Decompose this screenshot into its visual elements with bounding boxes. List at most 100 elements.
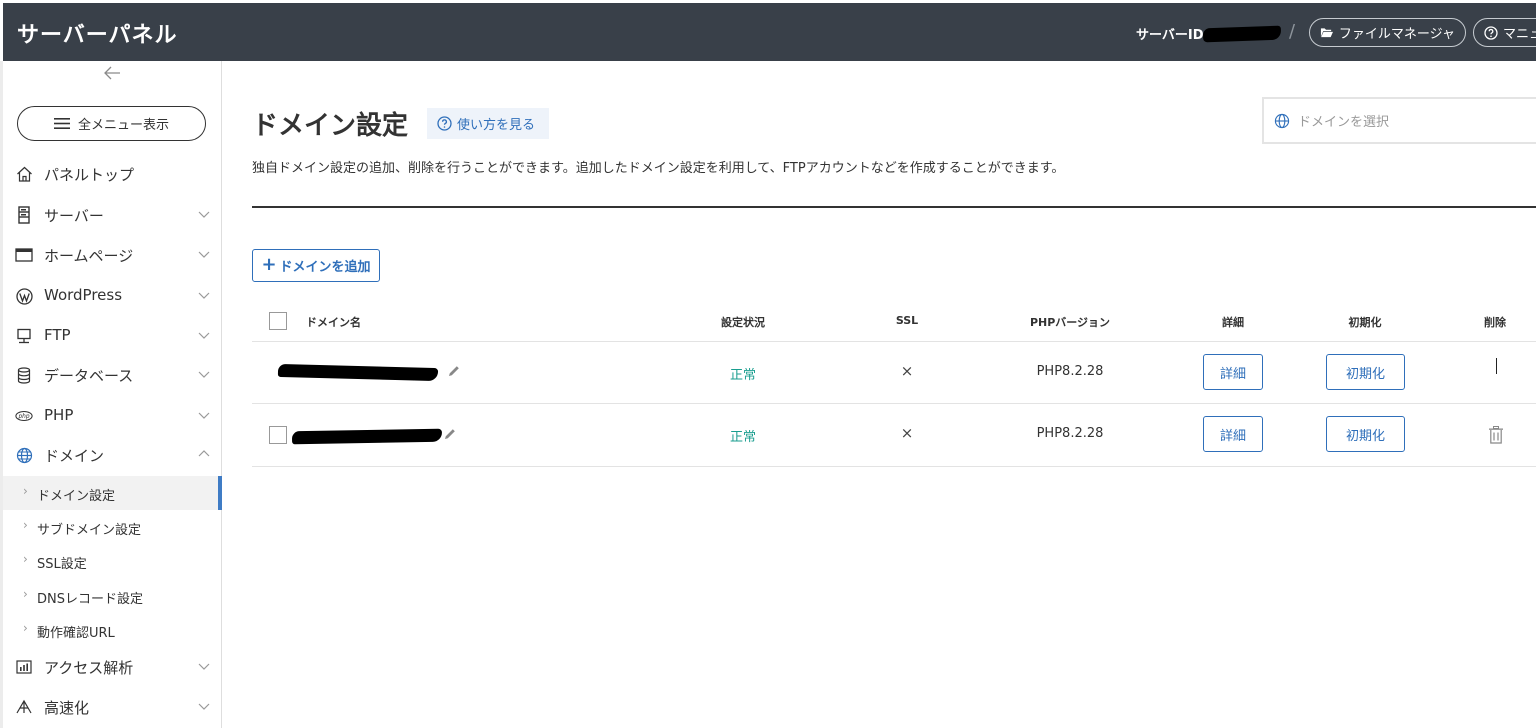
pencil-icon[interactable] [447, 364, 461, 378]
monitor-icon [15, 327, 33, 345]
add-domain-button[interactable]: + ドメインを追加 [252, 249, 380, 282]
sidebar-subitem-label: サブドメイン設定 [37, 523, 142, 538]
chevron-down-icon [198, 251, 210, 258]
sidebar: 全メニュー表示 パネルトップ サーバー ホームページ WordPress FTP [0, 61, 222, 728]
all-menu-button[interactable]: 全メニュー表示 [17, 106, 206, 141]
server-id-label: サーバーID [1136, 28, 1204, 43]
collapse-sidebar-button[interactable] [103, 65, 123, 87]
text-cursor [1496, 358, 1497, 374]
sidebar-item-label: FTP [44, 326, 71, 344]
chevron-down-icon [198, 211, 210, 218]
sidebar-subitem-ssl-settings[interactable]: › SSL設定 [3, 544, 221, 578]
sidebar-item-label: 高速化 [44, 699, 90, 717]
redacted-server-id [1202, 25, 1282, 43]
table-row: 正常 × PHP8.2.28 詳細 初期化 [252, 342, 1536, 404]
header-delete: 削除 [1484, 316, 1506, 329]
redacted-domain-name [277, 363, 439, 382]
sidebar-subitem-label: ドメイン設定 [37, 489, 116, 504]
database-icon [15, 366, 33, 384]
plus-icon: + [261, 254, 277, 275]
home-icon [15, 165, 33, 183]
manual-label: マニュ [1502, 27, 1536, 42]
trash-icon[interactable] [1488, 426, 1504, 444]
sidebar-item-database[interactable]: データベース [3, 355, 221, 395]
window-icon [15, 246, 33, 264]
initialize-button[interactable]: 初期化 [1326, 354, 1405, 390]
header-separator: / [1289, 21, 1296, 42]
all-menu-label: 全メニュー表示 [77, 118, 169, 133]
chevron-down-icon [198, 292, 210, 299]
hamburger-icon [53, 118, 70, 129]
sidebar-subitem-label: 動作確認URL [37, 626, 115, 641]
file-manager-button[interactable]: ファイルマネージャ [1309, 18, 1466, 47]
sidebar-item-domain[interactable]: ドメイン [3, 435, 221, 475]
chevron-right-icon: › [23, 621, 28, 635]
domain-select[interactable]: ドメインを選択 [1262, 97, 1536, 144]
sidebar-item-label: ホームページ [44, 247, 134, 265]
section-divider [252, 206, 1536, 208]
chevron-up-icon [198, 450, 210, 457]
sidebar-item-label: データベース [44, 367, 134, 385]
manual-button[interactable]: マニュ [1473, 18, 1536, 47]
php-icon: php [15, 407, 33, 425]
detail-button[interactable]: 詳細 [1203, 416, 1263, 452]
sidebar-item-access-analysis[interactable]: アクセス解析 [3, 647, 221, 687]
sidebar-item-homepage[interactable]: ホームページ [3, 235, 221, 275]
row-checkbox[interactable] [269, 426, 287, 444]
chevron-down-icon [198, 332, 210, 339]
sidebar-item-label: ドメイン [44, 447, 105, 465]
sidebar-item-php[interactable]: php PHP [3, 396, 221, 436]
status-value: 正常 [729, 368, 757, 383]
sidebar-item-speedup[interactable]: 高速化 [3, 687, 221, 727]
initialize-button[interactable]: 初期化 [1326, 416, 1405, 452]
header-init: 初期化 [1348, 316, 1382, 329]
svg-text:php: php [17, 414, 29, 420]
sidebar-item-panel-top[interactable]: パネルトップ [3, 154, 221, 194]
sidebar-item-ftp[interactable]: FTP [3, 316, 221, 356]
sidebar-subitem-domain-settings[interactable]: › ドメイン設定 [3, 476, 222, 510]
chevron-down-icon [198, 412, 210, 419]
table-row: 正常 × PHP8.2.28 詳細 初期化 [252, 404, 1536, 467]
file-manager-label: ファイルマネージャ [1338, 27, 1455, 42]
sidebar-item-label: パネルトップ [44, 166, 135, 184]
arrow-left-icon [104, 66, 120, 80]
top-bar-inner: サーバーパネル サーバーID / ファイルマネージャ マニュ [3, 3, 1536, 61]
php-version-value: PHP8.2.28 [1036, 364, 1104, 379]
sidebar-subitem-dns-record[interactable]: › DNSレコード設定 [3, 579, 221, 613]
globe-icon [1274, 113, 1290, 128]
chevron-right-icon: › [23, 518, 28, 532]
server-icon [15, 206, 33, 224]
sidebar-item-label: サーバー [44, 207, 104, 225]
top-bar: サーバーパネル サーバーID / ファイルマネージャ マニュ [0, 0, 1536, 61]
status-value: 正常 [729, 430, 757, 445]
php-version-value: PHP8.2.28 [1036, 426, 1104, 441]
chevron-right-icon: › [23, 484, 28, 498]
sidebar-subitem-subdomain-settings[interactable]: › サブドメイン設定 [3, 510, 221, 544]
domain-select-placeholder: ドメインを選択 [1298, 115, 1390, 130]
ssl-disabled-icon: × [900, 424, 914, 442]
sidebar-item-label: WordPress [44, 286, 123, 304]
chevron-down-icon [198, 703, 210, 710]
howto-label: 使い方を見る [457, 118, 536, 133]
question-circle-icon [1484, 25, 1498, 40]
header-php: PHPバージョン [1029, 316, 1111, 329]
select-all-checkbox[interactable] [269, 312, 287, 330]
header-domain: ドメイン名 [306, 316, 361, 329]
ssl-disabled-icon: × [900, 362, 914, 380]
header-detail: 詳細 [1222, 316, 1244, 329]
sidebar-item-server[interactable]: サーバー [3, 195, 221, 235]
rocket-icon [15, 698, 33, 716]
page-description: 独自ドメイン設定の追加、削除を行うことができます。追加したドメイン設定を利用して… [252, 161, 1065, 176]
howto-button[interactable]: 使い方を見る [427, 108, 549, 139]
globe-icon [15, 446, 33, 464]
add-domain-label: ドメインを追加 [279, 260, 371, 275]
header-status: 設定状況 [721, 316, 765, 329]
detail-button[interactable]: 詳細 [1203, 354, 1263, 390]
sidebar-subitem-check-url[interactable]: › 動作確認URL [3, 613, 221, 647]
sidebar-item-label: アクセス解析 [44, 659, 134, 677]
folder-open-icon [1320, 28, 1333, 38]
sidebar-item-wordpress[interactable]: WordPress [3, 276, 221, 316]
main-content: ドメイン設定 使い方を見る ドメインを選択 独自ドメイン設定の追加、削除を行うこ… [222, 61, 1536, 728]
wordpress-icon [15, 287, 33, 305]
pencil-icon[interactable] [443, 427, 457, 441]
